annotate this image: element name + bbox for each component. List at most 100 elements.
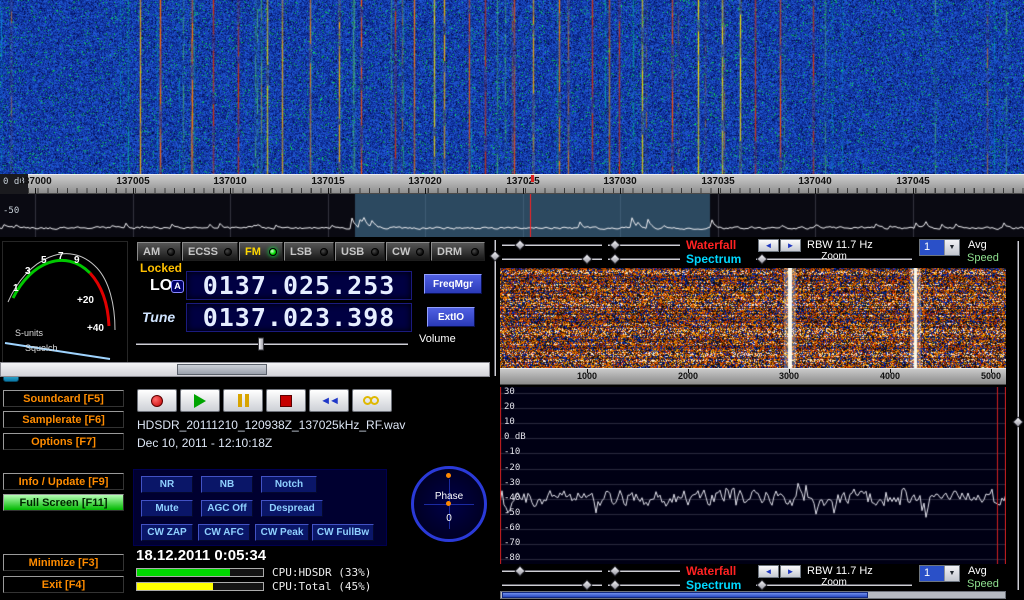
frequency-scale[interactable]: 137000 137005 137010 137015 137020 13702… xyxy=(28,174,1024,194)
recording-timestamp: Dec 10, 2011 - 12:10:18Z xyxy=(137,436,272,450)
info-update-button[interactable]: Info / Update [F9] xyxy=(3,473,124,490)
slider-thumb[interactable] xyxy=(757,579,768,590)
mode-led-icon xyxy=(471,248,479,256)
shift-right-button[interactable]: ► xyxy=(780,239,801,252)
smeter-label-plus20: +20 xyxy=(77,296,94,306)
waterfall-upper-level-slider[interactable] xyxy=(502,239,602,251)
main-spectrum-display[interactable] xyxy=(0,194,1024,237)
options-button[interactable]: Options [F7] xyxy=(3,433,124,450)
cpu-total-text: CPU:Total (45%) xyxy=(272,580,371,593)
chevron-down-icon[interactable]: ▼ xyxy=(944,240,959,255)
waterfall-tab[interactable]: Waterfall xyxy=(686,238,736,252)
squelch-label[interactable]: Squelch xyxy=(25,343,58,353)
audio-spectrum-display[interactable]: 30 20 10 0 dB -10 -20 -30 -40 -50 -60 -7… xyxy=(500,387,1006,564)
waterfall-tab[interactable]: Waterfall xyxy=(686,564,736,578)
rewind-button[interactable]: ◄◄ xyxy=(309,389,349,412)
mode-usb-button[interactable]: USB xyxy=(335,242,385,261)
avg-select[interactable]: 1 ▼ xyxy=(919,565,960,582)
shift-left-button[interactable]: ◄ xyxy=(758,565,779,578)
freq-tick: 137035 xyxy=(688,176,748,187)
extio-button[interactable]: ExtIO xyxy=(427,307,475,327)
nb-button[interactable]: NB xyxy=(201,476,253,493)
spectrum-tab[interactable]: Spectrum xyxy=(686,578,741,592)
zoom-scrollbar[interactable] xyxy=(500,591,1006,599)
minor-ticks xyxy=(28,188,1024,193)
spectrum-range-slider[interactable] xyxy=(608,579,680,591)
samplerate-button[interactable]: Samplerate [F6] xyxy=(3,411,124,428)
slider-thumb[interactable] xyxy=(610,579,621,590)
right-edge-slider[interactable] xyxy=(1012,241,1024,590)
exit-button[interactable]: Exit [F4] xyxy=(3,576,124,593)
slider-thumb[interactable] xyxy=(610,565,621,576)
main-waterfall-display[interactable] xyxy=(0,0,1024,174)
cpu-hdsdr-bar xyxy=(136,568,264,577)
minimize-button[interactable]: Minimize [F3] xyxy=(3,554,124,571)
slider-thumb[interactable] xyxy=(610,253,621,264)
spectrum-range-slider[interactable] xyxy=(608,253,680,265)
slider-thumb[interactable] xyxy=(610,239,621,250)
cw-afc-button[interactable]: CW AFC xyxy=(198,524,250,541)
mode-cw-button[interactable]: CW xyxy=(386,242,430,261)
slider-thumb[interactable] xyxy=(514,565,525,576)
slider-thumb[interactable] xyxy=(581,253,592,264)
cpu-total-bar xyxy=(136,582,264,591)
stop-button[interactable] xyxy=(266,389,306,412)
despread-button[interactable]: Despread xyxy=(261,500,323,517)
spectrum-level-slider[interactable] xyxy=(502,579,602,591)
tuning-scrollbar[interactable] xyxy=(0,362,490,377)
audio-frequency-scale[interactable]: 1000 2000 3000 4000 5000 xyxy=(500,368,1006,385)
db-label: -70 xyxy=(504,539,520,548)
freq-tick: 137030 xyxy=(590,176,650,187)
mode-drm-button[interactable]: DRM xyxy=(431,242,485,261)
slider-thumb[interactable] xyxy=(514,239,525,250)
play-button[interactable] xyxy=(180,389,220,412)
zoom-slider[interactable]: Zoom xyxy=(756,253,912,265)
scrollbar-thumb[interactable] xyxy=(502,592,868,598)
soundcard-button[interactable]: Soundcard [F5] xyxy=(3,390,124,407)
cw-fullbw-button[interactable]: CW FullBw xyxy=(312,524,374,541)
mode-am-button[interactable]: AM xyxy=(137,242,181,261)
freq-tick: 137000 xyxy=(5,176,65,187)
mode-lsb-button[interactable]: LSB xyxy=(284,242,334,261)
shift-left-button[interactable]: ◄ xyxy=(758,239,779,252)
zoom-slider[interactable]: Zoom xyxy=(756,579,912,591)
slider-thumb[interactable] xyxy=(581,579,592,590)
nr-button[interactable]: NR xyxy=(141,476,193,493)
volume-slider[interactable] xyxy=(136,338,408,350)
slider-thumb[interactable] xyxy=(1012,417,1023,428)
rbw-label[interactable]: RBW 11.7 Hz xyxy=(807,239,873,251)
mode-fm-button[interactable]: FM xyxy=(239,242,283,261)
audio-waterfall-display[interactable] xyxy=(500,268,1006,368)
waterfall-lower-level-slider[interactable] xyxy=(608,565,680,577)
record-button[interactable] xyxy=(137,389,177,412)
shift-right-button[interactable]: ► xyxy=(780,565,801,578)
avg-select[interactable]: 1 ▼ xyxy=(919,239,960,256)
rbw-label[interactable]: RBW 11.7 Hz xyxy=(807,565,873,577)
spectrum-level-slider[interactable] xyxy=(502,253,602,265)
waterfall-upper-level-slider[interactable] xyxy=(502,565,602,577)
slider-thumb[interactable] xyxy=(258,338,264,351)
slider-thumb[interactable] xyxy=(757,253,768,264)
tune-frequency-display[interactable]: 0137.023.398 xyxy=(186,303,412,332)
cw-peak-button[interactable]: CW Peak xyxy=(255,524,309,541)
waterfall-lower-level-slider[interactable] xyxy=(608,239,680,251)
mute-button[interactable]: Mute xyxy=(141,500,193,517)
scrollbar-thumb[interactable] xyxy=(177,364,267,375)
slider-thumb[interactable] xyxy=(489,251,500,262)
fullscreen-button[interactable]: Full Screen [F11] xyxy=(3,494,124,511)
chevron-down-icon[interactable]: ▼ xyxy=(944,566,959,581)
freqmgr-button[interactable]: FreqMgr xyxy=(424,274,482,294)
lo-frequency-display[interactable]: 0137.025.253 xyxy=(186,271,412,300)
db-label: 20 xyxy=(504,403,515,412)
mode-ecss-button[interactable]: ECSS xyxy=(182,242,238,261)
pause-button[interactable] xyxy=(223,389,263,412)
lo-a-badge[interactable]: A xyxy=(171,280,184,293)
notch-button[interactable]: Notch xyxy=(261,476,317,493)
cw-zap-button[interactable]: CW ZAP xyxy=(141,524,193,541)
agc-button[interactable]: AGC Off xyxy=(201,500,253,517)
loop-button[interactable] xyxy=(352,389,392,412)
audio-freq-tick: 1000 xyxy=(557,371,617,381)
spectrum-tab[interactable]: Spectrum xyxy=(686,252,741,266)
smeter-units-label[interactable]: S-units xyxy=(15,328,43,338)
phase-dial[interactable]: Phase 0 xyxy=(408,462,490,548)
